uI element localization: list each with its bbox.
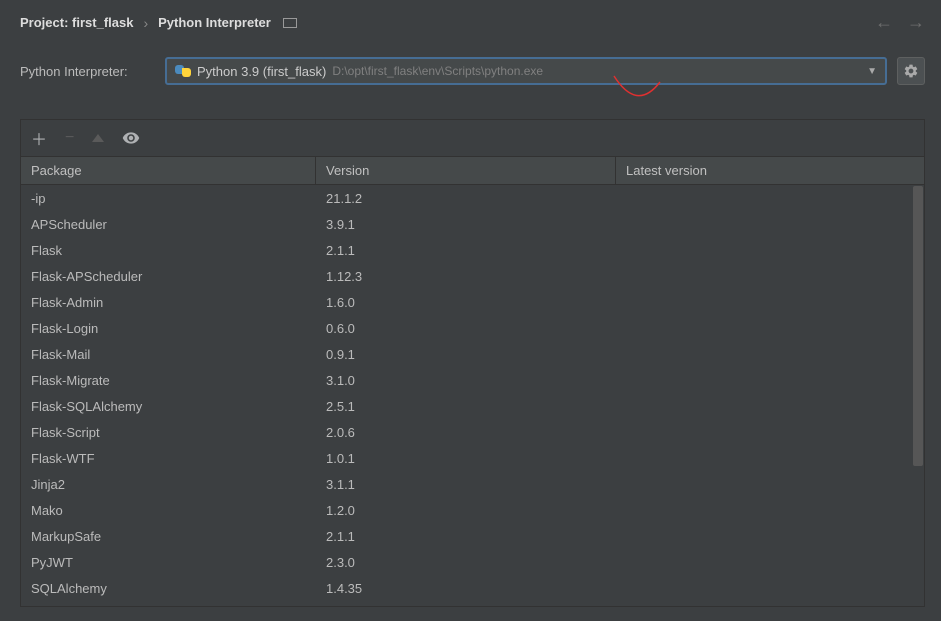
remove-package-button[interactable]: − bbox=[65, 129, 74, 147]
triangle-up-icon bbox=[92, 134, 104, 142]
cell-package: Flask-Login bbox=[21, 318, 316, 339]
forward-button[interactable]: → bbox=[907, 12, 925, 33]
cell-package: MarkupSafe bbox=[21, 526, 316, 547]
cell-package: Mako bbox=[21, 500, 316, 521]
cell-package: Flask-Migrate bbox=[21, 370, 316, 391]
breadcrumb: Project: first_flask › Python Interprete… bbox=[20, 15, 297, 31]
cell-package: Flask-Mail bbox=[21, 344, 316, 365]
cell-version: 2.1.1 bbox=[316, 526, 616, 547]
cell-latest bbox=[616, 325, 924, 331]
interpreter-dropdown[interactable]: Python 3.9 (first_flask) D:\opt\first_fl… bbox=[165, 57, 887, 85]
window-icon bbox=[283, 18, 297, 28]
table-row[interactable]: Flask2.1.1 bbox=[21, 237, 924, 263]
scrollbar-thumb[interactable] bbox=[913, 186, 923, 466]
cell-package: SQLAlchemy bbox=[21, 578, 316, 599]
gear-icon bbox=[903, 63, 919, 79]
python-icon bbox=[175, 63, 191, 79]
table-row[interactable]: Flask-WTF1.0.1 bbox=[21, 445, 924, 471]
table-row[interactable]: Flask-Login0.6.0 bbox=[21, 315, 924, 341]
interpreter-label: Python Interpreter: bbox=[20, 64, 155, 79]
cell-package: Flask bbox=[21, 240, 316, 261]
top-bar: Project: first_flask › Python Interprete… bbox=[0, 0, 941, 49]
breadcrumb-project[interactable]: Project: first_flask bbox=[20, 15, 133, 30]
cell-version: 0.9.1 bbox=[316, 344, 616, 365]
cell-latest bbox=[616, 299, 924, 305]
settings-button[interactable] bbox=[897, 57, 925, 85]
cell-version: 1.2.0 bbox=[316, 500, 616, 521]
cell-version: 2.0.6 bbox=[316, 422, 616, 443]
cell-package: -ip bbox=[21, 188, 316, 209]
table-row[interactable]: Flask-APScheduler1.12.3 bbox=[21, 263, 924, 289]
breadcrumb-prefix: Project: bbox=[20, 15, 68, 30]
scrollbar[interactable] bbox=[913, 186, 923, 603]
table-row[interactable]: Mako1.2.0 bbox=[21, 497, 924, 523]
cell-latest bbox=[616, 559, 924, 565]
cell-version: 0.6.0 bbox=[316, 318, 616, 339]
nav-arrows: ← → bbox=[875, 12, 925, 33]
table-row[interactable]: PyJWT2.3.0 bbox=[21, 549, 924, 575]
table-row[interactable]: SQLAlchemy1.4.35 bbox=[21, 575, 924, 601]
cell-package: Flask-Admin bbox=[21, 292, 316, 313]
table-row[interactable]: Jinja23.1.1 bbox=[21, 471, 924, 497]
cell-latest bbox=[616, 585, 924, 591]
cell-latest bbox=[616, 481, 924, 487]
cell-latest bbox=[616, 351, 924, 357]
table-header: Package Version Latest version bbox=[21, 157, 924, 185]
show-early-releases-button[interactable] bbox=[122, 129, 140, 147]
cell-latest bbox=[616, 429, 924, 435]
table-body[interactable]: -ip21.1.2APScheduler3.9.1Flask2.1.1Flask… bbox=[21, 185, 924, 606]
back-button[interactable]: ← bbox=[875, 12, 893, 33]
cell-package: Flask-SQLAlchemy bbox=[21, 396, 316, 417]
cell-latest bbox=[616, 455, 924, 461]
column-header-latest[interactable]: Latest version bbox=[616, 157, 924, 184]
packages-toolbar: ＋ − bbox=[21, 120, 924, 157]
cell-latest bbox=[616, 507, 924, 513]
column-header-version[interactable]: Version bbox=[316, 157, 616, 184]
cell-version: 3.1.0 bbox=[316, 370, 616, 391]
cell-version: 1.4.35 bbox=[316, 578, 616, 599]
cell-latest bbox=[616, 221, 924, 227]
table-row[interactable]: Flask-Migrate3.1.0 bbox=[21, 367, 924, 393]
cell-latest bbox=[616, 247, 924, 253]
table-row[interactable]: Flask-SQLAlchemy2.5.1 bbox=[21, 393, 924, 419]
cell-latest bbox=[616, 195, 924, 201]
eye-icon bbox=[122, 129, 140, 147]
breadcrumb-project-name: first_flask bbox=[72, 15, 133, 30]
cell-version: 3.9.1 bbox=[316, 214, 616, 235]
cell-package: Flask-WTF bbox=[21, 448, 316, 469]
chevron-right-icon: › bbox=[143, 15, 148, 31]
interpreter-path: D:\opt\first_flask\env\Scripts\python.ex… bbox=[332, 64, 543, 78]
cell-version: 21.1.2 bbox=[316, 188, 616, 209]
cell-version: 2.1.1 bbox=[316, 240, 616, 261]
cell-version: 1.6.0 bbox=[316, 292, 616, 313]
breadcrumb-current[interactable]: Python Interpreter bbox=[158, 15, 271, 30]
table-row[interactable]: Flask-Admin1.6.0 bbox=[21, 289, 924, 315]
packages-table: ＋ − Package Version Latest version -ip21… bbox=[20, 119, 925, 607]
cell-version: 1.12.3 bbox=[316, 266, 616, 287]
table-row[interactable]: MarkupSafe2.1.1 bbox=[21, 523, 924, 549]
table-row[interactable]: APScheduler3.9.1 bbox=[21, 211, 924, 237]
cell-latest bbox=[616, 377, 924, 383]
upgrade-package-button[interactable] bbox=[92, 134, 104, 142]
interpreter-row: Python Interpreter: Python 3.9 (first_fl… bbox=[0, 49, 941, 95]
cell-latest bbox=[616, 403, 924, 409]
cell-package: PyJWT bbox=[21, 552, 316, 573]
cell-package: Flask-Script bbox=[21, 422, 316, 443]
add-package-button[interactable]: ＋ bbox=[31, 126, 47, 150]
table-row[interactable]: -ip21.1.2 bbox=[21, 185, 924, 211]
interpreter-name: Python 3.9 (first_flask) bbox=[197, 64, 326, 79]
cell-latest bbox=[616, 273, 924, 279]
cell-package: APScheduler bbox=[21, 214, 316, 235]
cell-package: Jinja2 bbox=[21, 474, 316, 495]
cell-version: 2.3.0 bbox=[316, 552, 616, 573]
column-header-package[interactable]: Package bbox=[21, 157, 316, 184]
cell-version: 3.1.1 bbox=[316, 474, 616, 495]
cell-version: 2.5.1 bbox=[316, 396, 616, 417]
table-row[interactable]: Flask-Script2.0.6 bbox=[21, 419, 924, 445]
cell-package: Flask-APScheduler bbox=[21, 266, 316, 287]
table-row[interactable]: Flask-Mail0.9.1 bbox=[21, 341, 924, 367]
chevron-down-icon: ▼ bbox=[867, 66, 877, 77]
cell-latest bbox=[616, 533, 924, 539]
cell-version: 1.0.1 bbox=[316, 448, 616, 469]
